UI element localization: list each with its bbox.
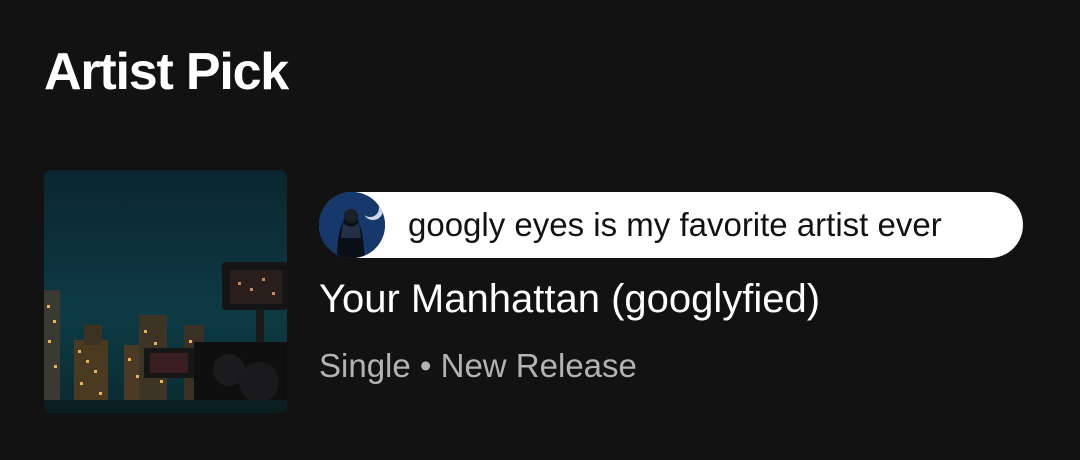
artist-comment-text: googly eyes is my favorite artist ever xyxy=(408,206,942,243)
album-artwork[interactable] xyxy=(44,170,287,413)
release-title[interactable]: Your Manhattan (googlyfied) xyxy=(319,274,820,324)
album-artwork-illustration xyxy=(44,170,287,413)
release-meta: Single • New Release xyxy=(319,347,637,384)
artist-avatar-icon[interactable] xyxy=(319,192,385,258)
section-title: Artist Pick xyxy=(44,43,289,101)
artist-comment-pill[interactable]: googly eyes is my favorite artist ever xyxy=(319,192,1023,258)
artist-pick-card[interactable]: googly eyes is my favorite artist ever Y… xyxy=(44,170,1044,413)
avatar-illustration xyxy=(319,192,385,258)
